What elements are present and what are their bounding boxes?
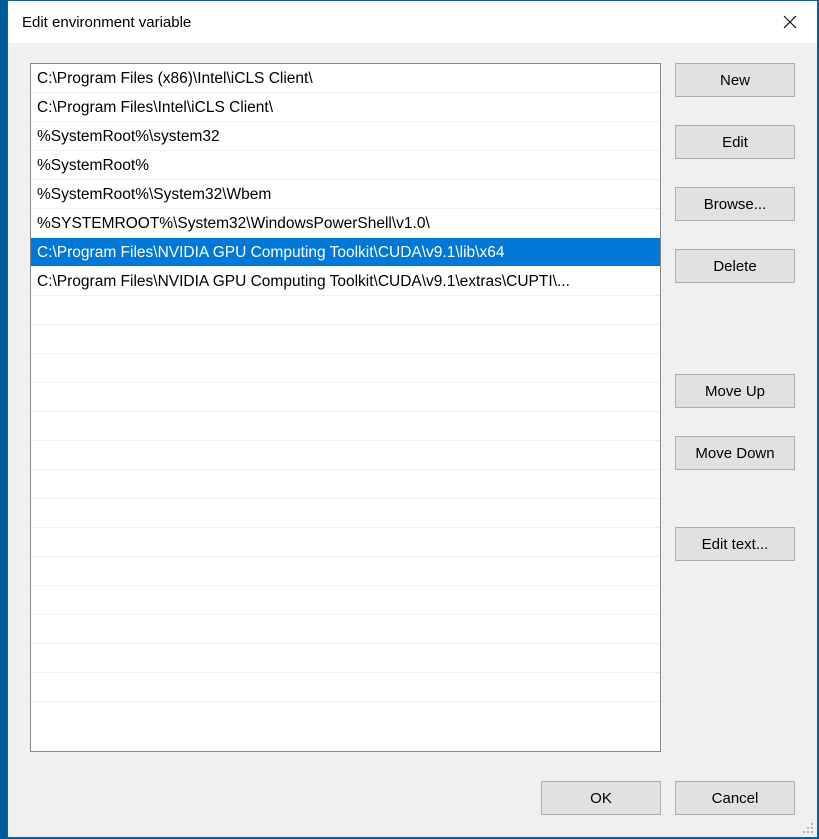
list-item-empty[interactable]: [31, 499, 660, 528]
list-item-empty[interactable]: [31, 296, 660, 325]
window-title: Edit environment variable: [22, 14, 191, 31]
list-item-empty[interactable]: [31, 412, 660, 441]
list-item-empty[interactable]: [31, 557, 660, 586]
list-item-empty[interactable]: [31, 673, 660, 702]
list-item-empty[interactable]: [31, 325, 660, 354]
list-item-empty[interactable]: [31, 383, 660, 412]
list-item-empty[interactable]: [31, 470, 660, 499]
move-down-button[interactable]: Move Down: [675, 436, 795, 470]
main-row: C:\Program Files (x86)\Intel\iCLS Client…: [30, 63, 795, 752]
titlebar: Edit environment variable: [8, 1, 817, 43]
list-item[interactable]: %SYSTEMROOT%\System32\WindowsPowerShell\…: [31, 209, 660, 238]
edit-button[interactable]: Edit: [675, 125, 795, 159]
list-item-empty[interactable]: [31, 354, 660, 383]
list-item[interactable]: %SystemRoot%\System32\Wbem: [31, 180, 660, 209]
side-buttons: New Edit Browse... Delete Move Up Move D…: [675, 63, 795, 752]
list-item[interactable]: C:\Program Files\NVIDIA GPU Computing To…: [31, 267, 660, 296]
path-listbox[interactable]: C:\Program Files (x86)\Intel\iCLS Client…: [30, 63, 661, 752]
list-item-empty[interactable]: [31, 528, 660, 557]
close-button[interactable]: [762, 1, 817, 43]
list-item-empty[interactable]: [31, 615, 660, 644]
list-item[interactable]: C:\Program Files\NVIDIA GPU Computing To…: [31, 238, 660, 267]
dialog-window: Edit environment variable C:\Program Fil…: [7, 0, 818, 838]
ok-button[interactable]: OK: [541, 781, 661, 815]
delete-button[interactable]: Delete: [675, 249, 795, 283]
list-item[interactable]: C:\Program Files\Intel\iCLS Client\: [31, 93, 660, 122]
list-item[interactable]: C:\Program Files (x86)\Intel\iCLS Client…: [31, 64, 660, 93]
close-icon: [783, 15, 797, 29]
bottom-buttons: OK Cancel: [30, 781, 795, 815]
list-item-empty[interactable]: [31, 644, 660, 673]
browse-button[interactable]: Browse...: [675, 187, 795, 221]
list-item[interactable]: %SystemRoot%: [31, 151, 660, 180]
client-area: C:\Program Files (x86)\Intel\iCLS Client…: [8, 43, 817, 837]
list-item[interactable]: %SystemRoot%\system32: [31, 122, 660, 151]
new-button[interactable]: New: [675, 63, 795, 97]
list-item-empty[interactable]: [31, 586, 660, 615]
list-item-empty[interactable]: [31, 441, 660, 470]
move-up-button[interactable]: Move Up: [675, 374, 795, 408]
cancel-button[interactable]: Cancel: [675, 781, 795, 815]
edit-text-button[interactable]: Edit text...: [675, 527, 795, 561]
